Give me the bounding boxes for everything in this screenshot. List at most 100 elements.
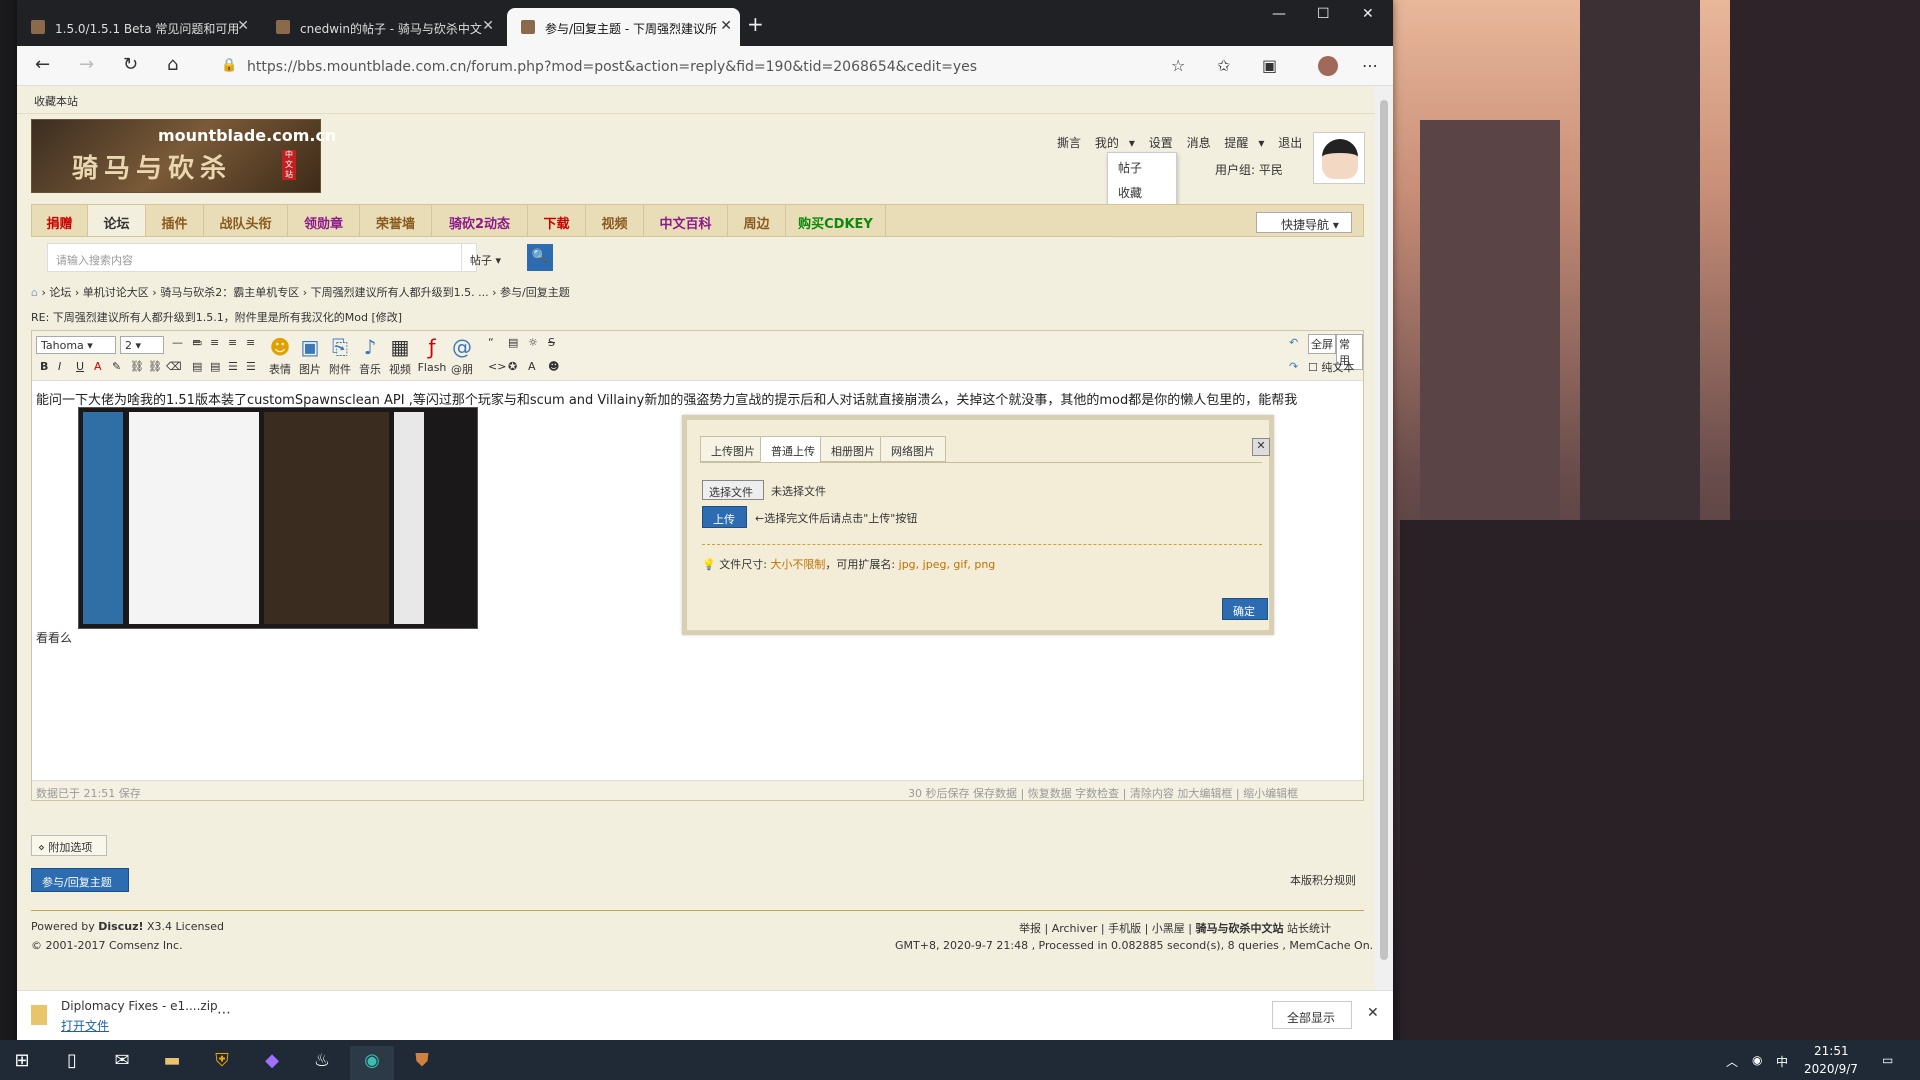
app-icon[interactable]: ◆: [250, 1046, 294, 1080]
user-link[interactable]: 设置: [1149, 136, 1173, 150]
dialog-tab[interactable]: 上传图片: [700, 436, 766, 462]
credit-rules-link[interactable]: 本版积分规则: [1290, 872, 1356, 888]
breadcrumb-item[interactable]: 下周强烈建议所有人都升级到1.5. ...: [311, 286, 489, 299]
close-tab-icon[interactable]: ✕: [482, 18, 494, 34]
clock-time[interactable]: 21:51: [1814, 1044, 1849, 1058]
underline-icon[interactable]: U: [76, 360, 84, 373]
search-input[interactable]: 请输入搜索内容 帖子 ▾: [47, 243, 501, 272]
bannerlord-icon[interactable]: ⛊: [400, 1046, 444, 1080]
flash-tool[interactable]: ƒ Flash: [416, 335, 448, 374]
bookmark-link[interactable]: 收藏本站: [34, 95, 78, 108]
unordered-list-icon[interactable]: ☰: [246, 360, 256, 373]
text-style-icon[interactable]: A: [528, 360, 536, 373]
nav-item[interactable]: 插件: [146, 205, 204, 236]
browser-tab[interactable]: cnedwin的帖子 - 骑马与砍杀中文 ✕: [262, 8, 502, 46]
mention-tool[interactable]: @ @朋: [446, 335, 478, 377]
download-filename[interactable]: Diplomacy Fixes - e1....zip: [61, 999, 218, 1013]
user-link[interactable]: 退出: [1278, 136, 1302, 150]
extra-options-button[interactable]: ⋄ 附加选项: [31, 835, 107, 856]
nav-item[interactable]: 周边: [728, 205, 786, 236]
undo-icon[interactable]: ↶: [1289, 336, 1298, 349]
download-more-icon[interactable]: ⋯: [217, 1005, 231, 1021]
collections-icon[interactable]: ▣: [1262, 56, 1277, 75]
minimize-icon[interactable]: —: [1272, 6, 1286, 22]
float-left-icon[interactable]: ▤: [192, 360, 202, 373]
qq-icon[interactable]: ☻: [548, 360, 559, 373]
footer-links[interactable]: 举报 | Archiver | 手机版 | 小黑屋 | 骑马与砍杀中文站 站长统…: [1019, 920, 1331, 936]
bold-icon[interactable]: B: [40, 360, 48, 373]
submit-reply-button[interactable]: 参与/回复主题: [31, 868, 129, 892]
back-icon[interactable]: ←: [35, 54, 50, 75]
nav-item[interactable]: 论坛: [88, 205, 146, 236]
close-download-bar-icon[interactable]: ✕: [1367, 1005, 1379, 1021]
close-tab-icon[interactable]: ✕: [720, 18, 732, 34]
dialog-tab[interactable]: 相册图片: [820, 436, 886, 462]
upload-button[interactable]: 上传: [702, 506, 747, 528]
align-justify-icon[interactable]: ≡: [246, 336, 255, 349]
font-select[interactable]: Tahoma ▾: [36, 336, 116, 354]
menu-item-posts[interactable]: 帖子: [1108, 153, 1176, 178]
windows-start-icon[interactable]: ⊞: [0, 1046, 44, 1080]
clock-date[interactable]: 2020/9/7: [1804, 1062, 1858, 1076]
tray-chevron-icon[interactable]: ︿: [1726, 1053, 1738, 1070]
search-button[interactable]: 🔍: [527, 244, 553, 271]
favorites-list-icon[interactable]: ✩: [1217, 56, 1230, 75]
browser-tab-active[interactable]: 参与/回复主题 - 下周强烈建议所 ✕: [507, 8, 740, 46]
network-icon[interactable]: ◉: [1752, 1053, 1762, 1067]
close-dialog-icon[interactable]: ✕: [1252, 438, 1270, 456]
emoji-tool[interactable]: ☻ 表情: [264, 335, 296, 377]
font-color-icon[interactable]: A: [94, 360, 102, 373]
fullscreen-button[interactable]: 全屏: [1308, 334, 1336, 354]
breadcrumb-item[interactable]: 骑马与砍杀2：霸主单机专区: [160, 286, 299, 299]
more-menu-icon[interactable]: ⋯: [1362, 56, 1378, 75]
music-tool[interactable]: ♪ 音乐: [354, 335, 386, 377]
user-link[interactable]: 我的: [1095, 136, 1119, 150]
unlink-icon[interactable]: ⛓: [148, 360, 162, 373]
editor-content-tail[interactable]: 看看么: [36, 629, 72, 646]
user-avatar[interactable]: [1313, 132, 1365, 184]
site-logo[interactable]: mountblade.com.cn 骑马与砍杀 中文站: [31, 119, 336, 193]
profile-avatar[interactable]: [1318, 56, 1338, 76]
forward-icon[interactable]: →: [79, 54, 94, 75]
video-tool[interactable]: ▦ 视频: [384, 335, 416, 377]
hide-icon[interactable]: ☼: [528, 336, 538, 349]
code-box-icon[interactable]: ▤: [508, 336, 518, 349]
user-link[interactable]: 消息: [1187, 136, 1211, 150]
new-tab-button[interactable]: +: [747, 12, 764, 36]
choose-file-button[interactable]: 选择文件: [702, 480, 764, 500]
confirm-button[interactable]: 确定: [1222, 598, 1268, 620]
attach-tool[interactable]: ⎘ 附件: [324, 335, 356, 377]
file-explorer-icon[interactable]: ▬: [150, 1046, 194, 1080]
address-bar[interactable]: 🔒 https://bbs.mountblade.com.cn/forum.ph…: [207, 52, 1007, 80]
code-icon[interactable]: <>: [488, 360, 506, 373]
nav-item[interactable]: 荣誉墙: [360, 205, 432, 236]
link-icon[interactable]: ⛓: [130, 360, 144, 373]
page-scrollbar[interactable]: [1375, 86, 1393, 990]
usergroup-label[interactable]: 用户组: 平民: [1215, 161, 1283, 178]
align-right-icon[interactable]: ≡: [228, 336, 237, 349]
show-all-downloads-button[interactable]: 全部显示: [1272, 1001, 1352, 1029]
eraser-icon[interactable]: ⌫: [166, 360, 182, 373]
user-link[interactable]: 撕言: [1057, 136, 1081, 150]
nav-item[interactable]: 捐赠: [32, 205, 88, 236]
task-view-icon[interactable]: ▯: [50, 1046, 94, 1080]
image-tool[interactable]: ▣ 图片: [294, 335, 326, 377]
mail-icon[interactable]: ✉: [100, 1046, 144, 1080]
highlight-icon[interactable]: ✎: [112, 360, 121, 373]
browser-tab[interactable]: 1.5.0/1.5.1 Beta 常见问题和可用 ✕: [17, 8, 257, 46]
nav-item[interactable]: 骑砍2动态: [432, 205, 528, 236]
italic-icon[interactable]: I: [58, 360, 61, 373]
ordered-list-icon[interactable]: ☰: [228, 360, 238, 373]
strike-icon[interactable]: S: [548, 336, 555, 349]
close-window-icon[interactable]: ✕: [1362, 6, 1374, 22]
embedded-screenshot-image[interactable]: [78, 407, 478, 629]
search-type-select[interactable]: 帖子 ▾: [461, 244, 521, 271]
ime-indicator[interactable]: 中: [1776, 1053, 1788, 1070]
user-link[interactable]: 提醒: [1224, 136, 1248, 150]
nav-item[interactable]: 战队头衔: [204, 205, 288, 236]
nav-item[interactable]: 领勋章: [288, 205, 360, 236]
close-tab-icon[interactable]: ✕: [237, 18, 249, 34]
nav-item[interactable]: 购买CDKEY: [786, 205, 886, 236]
reward-icon[interactable]: ✪: [508, 360, 517, 373]
redo-icon[interactable]: ↷: [1289, 360, 1298, 373]
